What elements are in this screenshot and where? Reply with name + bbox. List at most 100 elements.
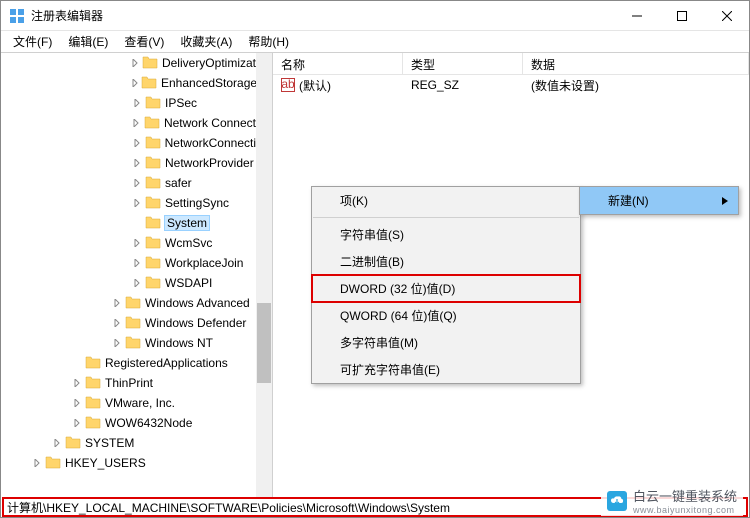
tree-node[interactable]: DeliveryOptimizat	[1, 53, 256, 73]
tree-twisty-icon[interactable]	[131, 79, 139, 87]
tree-twisty-icon[interactable]	[131, 239, 143, 247]
list-row[interactable]: ab (默认) REG_SZ (数值未设置)	[273, 75, 749, 95]
ctx-new-expandstring[interactable]: 可扩充字符串值(E)	[312, 356, 580, 383]
folder-icon	[140, 55, 162, 72]
tree-node-label: WcmSvc	[165, 236, 212, 250]
submenu-arrow-icon	[722, 194, 728, 208]
folder-icon	[143, 175, 165, 192]
watermark: 白云一键重装系统 www.baiyunxitong.com	[601, 485, 743, 516]
minimize-button[interactable]	[614, 1, 659, 31]
menu-help[interactable]: 帮助(H)	[240, 31, 297, 52]
watermark-cloud-icon	[607, 491, 627, 511]
tree-node-label: System	[165, 216, 209, 230]
title-bar: 注册表编辑器	[1, 1, 749, 31]
tree-node[interactable]: Network Connect	[1, 113, 256, 133]
tree-twisty-icon[interactable]	[71, 399, 83, 407]
tree-node-label: Windows NT	[145, 336, 213, 350]
ctx-new[interactable]: 新建(N)	[580, 187, 738, 214]
window-controls	[614, 1, 749, 31]
tree-node[interactable]: RegisteredApplications	[1, 353, 256, 373]
tree-node[interactable]: SYSTEM	[1, 433, 256, 453]
folder-icon	[139, 75, 161, 92]
column-header-name[interactable]: 名称	[273, 53, 403, 74]
folder-icon	[123, 335, 145, 352]
scrollbar-thumb[interactable]	[257, 303, 271, 383]
tree-node[interactable]: ThinPrint	[1, 373, 256, 393]
menu-view[interactable]: 查看(V)	[116, 31, 172, 52]
tree-node[interactable]: WcmSvc	[1, 233, 256, 253]
tree-node[interactable]: Windows NT	[1, 333, 256, 353]
tree-pane: DeliveryOptimizat EnhancedStorage IPSec Net…	[1, 53, 273, 497]
tree-node[interactable]: SettingSync	[1, 193, 256, 213]
tree-twisty-icon[interactable]	[131, 119, 142, 127]
svg-text:ab: ab	[281, 78, 295, 91]
tree-node[interactable]: HKEY_USERS	[1, 453, 256, 473]
reg-string-icon: ab	[281, 78, 295, 92]
close-button[interactable]	[704, 1, 749, 31]
tree-node-label: IPSec	[165, 96, 197, 110]
ctx-new-multistring[interactable]: 多字符串值(M)	[312, 329, 580, 356]
tree-twisty-icon[interactable]	[71, 379, 83, 387]
tree-twisty-icon[interactable]	[51, 439, 63, 447]
ctx-new-key[interactable]: 项(K)	[312, 187, 580, 214]
tree-node-label: Windows Defender	[145, 316, 246, 330]
watermark-text-en: www.baiyunxitong.com	[633, 505, 737, 515]
tree-node[interactable]: EnhancedStorage	[1, 73, 256, 93]
tree-node[interactable]: NetworkProvider	[1, 153, 256, 173]
ctx-new-qword[interactable]: QWORD (64 位)值(Q)	[312, 302, 580, 329]
folder-icon	[83, 375, 105, 392]
folder-icon	[83, 395, 105, 412]
tree-twisty-icon[interactable]	[131, 139, 143, 147]
ctx-new-binary[interactable]: 二进制值(B)	[312, 248, 580, 275]
menu-favorites[interactable]: 收藏夹(A)	[172, 31, 240, 52]
tree-node[interactable]: IPSec	[1, 93, 256, 113]
tree-body[interactable]: DeliveryOptimizat EnhancedStorage IPSec Net…	[1, 53, 256, 497]
watermark-text-cn: 白云一键重装系统	[633, 486, 737, 505]
tree-node-label: EnhancedStorage	[161, 76, 256, 90]
column-header-type[interactable]: 类型	[403, 53, 523, 74]
column-header-data[interactable]: 数据	[523, 53, 749, 74]
tree-twisty-icon[interactable]	[111, 319, 123, 327]
tree-twisty-icon[interactable]	[31, 459, 43, 467]
tree-twisty-icon[interactable]	[71, 419, 83, 427]
maximize-button[interactable]	[659, 1, 704, 31]
window-title: 注册表编辑器	[31, 7, 614, 24]
menu-edit[interactable]: 编辑(E)	[60, 31, 116, 52]
folder-icon	[83, 355, 105, 372]
folder-icon	[143, 155, 165, 172]
tree-node[interactable]: Windows Defender	[1, 313, 256, 333]
context-menu-parent: 新建(N)	[579, 186, 739, 215]
tree-node[interactable]: NetworkConnecti	[1, 133, 256, 153]
tree-twisty-icon[interactable]	[131, 99, 143, 107]
tree-node[interactable]: VMware, Inc.	[1, 393, 256, 413]
folder-icon	[63, 435, 85, 452]
context-submenu-new: 项(K) 字符串值(S) 二进制值(B) DWORD (32 位)值(D) QW…	[311, 186, 581, 384]
tree-twisty-icon[interactable]	[111, 339, 123, 347]
tree-node[interactable]: WOW6432Node	[1, 413, 256, 433]
tree-node[interactable]: WSDAPI	[1, 273, 256, 293]
tree-node[interactable]: System	[1, 213, 256, 233]
ctx-new-string[interactable]: 字符串值(S)	[312, 221, 580, 248]
value-data: (数值未设置)	[523, 77, 749, 94]
tree-twisty-icon[interactable]	[131, 59, 140, 67]
tree-node[interactable]: WorkplaceJoin	[1, 253, 256, 273]
folder-icon	[143, 255, 165, 272]
tree-twisty-icon[interactable]	[131, 279, 143, 287]
folder-icon	[123, 295, 145, 312]
tree-twisty-icon[interactable]	[111, 299, 123, 307]
folder-icon	[143, 235, 165, 252]
tree-node[interactable]: safer	[1, 173, 256, 193]
tree-node-label: Network Connect	[164, 116, 256, 130]
tree-node-label: HKEY_USERS	[65, 456, 146, 470]
tree-twisty-icon[interactable]	[131, 259, 143, 267]
folder-icon	[143, 95, 165, 112]
tree-node[interactable]: Windows Advanced	[1, 293, 256, 313]
menu-file[interactable]: 文件(F)	[5, 31, 60, 52]
ctx-new-dword[interactable]: DWORD (32 位)值(D)	[312, 275, 580, 302]
tree-twisty-icon[interactable]	[131, 199, 143, 207]
ctx-new-label: 新建(N)	[608, 194, 649, 208]
tree-node-label: Windows Advanced	[145, 296, 250, 310]
tree-twisty-icon[interactable]	[131, 179, 143, 187]
tree-twisty-icon[interactable]	[131, 159, 143, 167]
tree-vertical-scrollbar[interactable]	[256, 53, 272, 497]
